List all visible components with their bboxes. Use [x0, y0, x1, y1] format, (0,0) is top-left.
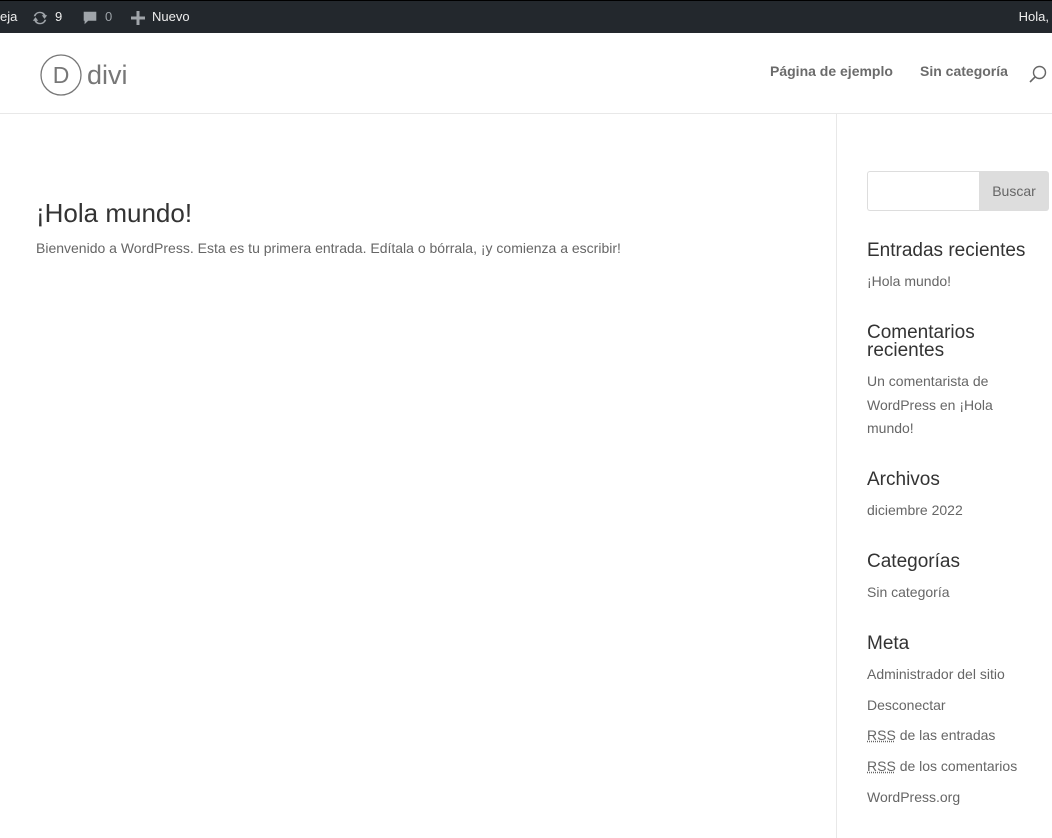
refresh-icon — [31, 2, 49, 34]
updates-count: 9 — [55, 9, 63, 24]
recent-comments-title-line2: recientes — [867, 340, 945, 361]
post-excerpt: Bienvenido a WordPress. Esta es tu prime… — [36, 240, 621, 256]
rss-comments-text: de los comentarios — [899, 758, 1018, 774]
recent-comments-title: Comentarios recientes — [867, 323, 1047, 361]
plus-icon — [130, 2, 146, 34]
recent-posts-title: Entradas recientes — [867, 240, 1026, 261]
sidebar: Buscar Entradas recientes ¡Hola mundo! C… — [836, 114, 1052, 838]
archive-link[interactable]: diciembre 2022 — [867, 498, 963, 522]
comment-icon — [81, 2, 99, 34]
admin-bar-updates[interactable]: 9 — [31, 1, 62, 33]
category-link[interactable]: Sin categoría — [867, 580, 950, 604]
admin-bar-comments[interactable]: 0 — [81, 1, 112, 33]
site-logo[interactable]: D divi — [40, 54, 136, 98]
recent-post-link[interactable]: ¡Hola mundo! — [867, 269, 951, 293]
rss-abbr: RSS — [867, 727, 896, 743]
recent-comment-line2[interactable]: WordPress en ¡Hola — [867, 393, 993, 417]
search-icon[interactable] — [1028, 64, 1048, 84]
main-content: ¡Hola mundo! Bienvenido a WordPress. Est… — [0, 114, 836, 838]
logo-text: divi — [87, 60, 128, 90]
rss-entries-text: de las entradas — [899, 727, 996, 743]
meta-rss-entries-link[interactable]: RSS de las entradas — [867, 723, 995, 747]
archives-title: Archivos — [867, 469, 940, 490]
meta-wporg-link[interactable]: WordPress.org — [867, 785, 960, 809]
categories-title: Categorías — [867, 551, 960, 572]
post-title[interactable]: ¡Hola mundo! — [36, 198, 192, 229]
search-button[interactable]: Buscar — [979, 171, 1049, 211]
recent-comment-line3[interactable]: mundo! — [867, 416, 914, 440]
logo-letter: D — [53, 62, 70, 88]
sidebar-search-form: Buscar — [867, 171, 1049, 211]
comments-count: 0 — [105, 9, 113, 24]
meta-logout-link[interactable]: Desconectar — [867, 693, 946, 717]
admin-bar-account[interactable]: Hola, — [1019, 1, 1049, 33]
admin-bar: eja 9 0 Nuevo Hola, — [0, 0, 1052, 33]
nav-link-sample-page[interactable]: Página de ejemplo — [770, 63, 893, 79]
recent-comment-line1[interactable]: Un comentarista de — [867, 369, 988, 393]
search-input[interactable] — [867, 171, 979, 211]
site-header: D divi Página de ejemplo Sin categoría — [0, 33, 1052, 114]
admin-bar-site-link[interactable]: eja — [0, 1, 17, 33]
meta-title: Meta — [867, 633, 910, 654]
meta-rss-comments-link[interactable]: RSS de los comentarios — [867, 754, 1017, 778]
rss-abbr: RSS — [867, 758, 896, 774]
nav-link-uncategorized[interactable]: Sin categoría — [920, 63, 1008, 79]
new-label: Nuevo — [152, 9, 190, 24]
admin-bar-new[interactable]: Nuevo — [130, 1, 190, 33]
meta-admin-link[interactable]: Administrador del sitio — [867, 662, 1005, 686]
